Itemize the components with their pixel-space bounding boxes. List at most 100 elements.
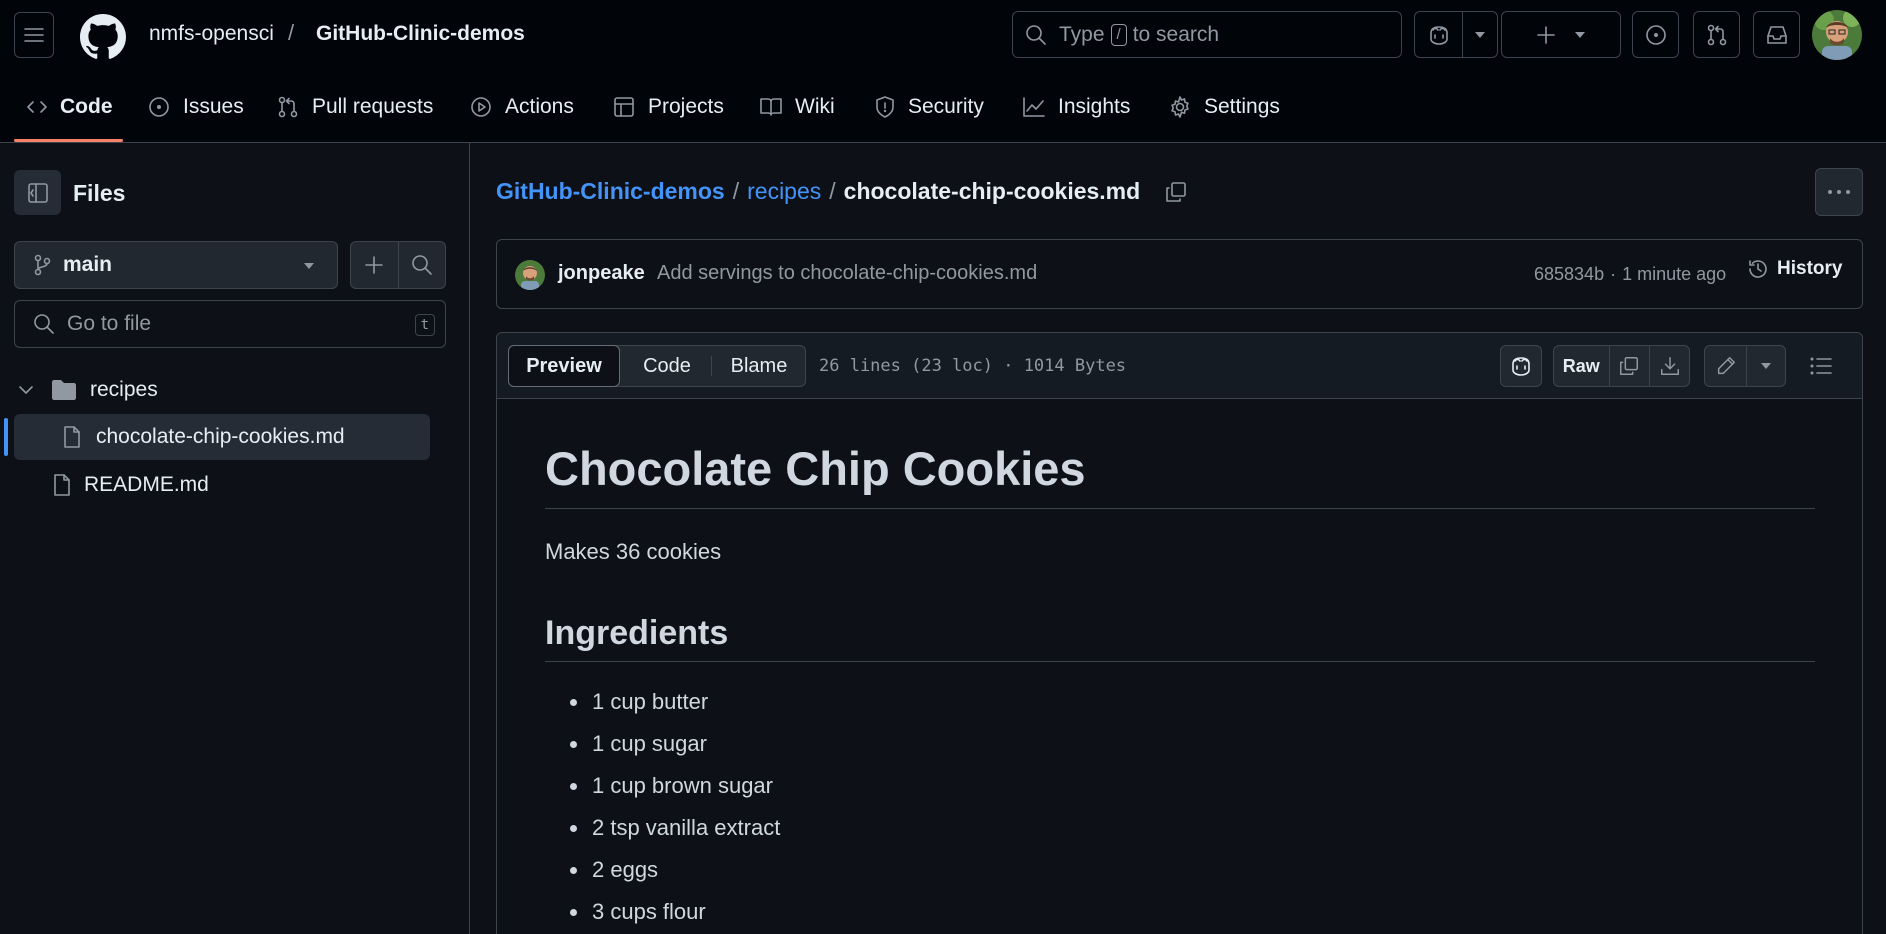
tab-actions[interactable]: Actions — [469, 90, 574, 124]
avatar[interactable] — [1812, 10, 1862, 60]
pencil-icon — [1717, 357, 1735, 375]
edit-file-button[interactable] — [1705, 346, 1746, 386]
table-icon — [614, 97, 634, 117]
raw-button[interactable]: Raw — [1554, 346, 1609, 386]
caret-down-icon — [1475, 31, 1485, 38]
markdown-heading-2: Ingredients — [545, 614, 1815, 662]
tree-item-folder[interactable]: recipes — [14, 367, 430, 413]
branch-selector[interactable]: main — [14, 241, 338, 289]
add-file-button[interactable] — [351, 242, 399, 288]
your-issues-button[interactable] — [1632, 11, 1679, 58]
tab-actions-label: Actions — [505, 95, 574, 118]
github-logo-icon[interactable] — [80, 14, 126, 60]
file-actions-group — [350, 241, 446, 289]
tab-projects[interactable]: Projects — [612, 90, 724, 124]
commit-message[interactable]: Add servings to chocolate-chip-cookies.m… — [657, 262, 1037, 285]
copilot-button[interactable] — [1415, 12, 1463, 57]
search-shortcut-key: / — [1110, 23, 1127, 46]
tab-settings[interactable]: Settings — [1168, 90, 1280, 124]
branch-name: main — [63, 253, 113, 276]
tree-item-label: recipes — [90, 378, 158, 401]
list-item-text: 1 cup sugar — [592, 731, 707, 756]
inbox-icon — [1766, 25, 1787, 44]
search-icon — [1026, 24, 1046, 45]
outline-button[interactable] — [1800, 345, 1842, 387]
copy-icon[interactable] — [1164, 180, 1188, 204]
tab-blame[interactable]: Blame — [712, 346, 806, 386]
file-viewer: Preview Code Blame 26 lines (23 loc) · 1… — [496, 332, 1863, 934]
history-button[interactable]: History — [1747, 258, 1842, 280]
tab-code[interactable]: Code — [26, 90, 113, 124]
plus-icon — [365, 256, 384, 274]
bullet — [570, 824, 577, 832]
tab-preview[interactable]: Preview — [508, 345, 620, 387]
list-item: 3 cups flour — [545, 899, 706, 925]
copilot-icon — [1429, 25, 1448, 45]
tab-pull-requests[interactable]: Pull requests — [276, 90, 433, 124]
user-avatar-image — [1812, 10, 1862, 60]
tab-security[interactable]: Security — [874, 90, 984, 124]
breadcrumb-folder-link[interactable]: recipes — [747, 178, 821, 205]
create-new-button[interactable] — [1501, 11, 1621, 58]
more-options-button[interactable] — [1815, 168, 1863, 216]
list-item: 1 cup brown sugar — [545, 773, 773, 799]
history-icon — [1749, 260, 1767, 278]
copilot-dropdown-button[interactable] — [1463, 12, 1497, 57]
your-pull-requests-button[interactable] — [1693, 11, 1740, 58]
list-item: 2 eggs — [545, 857, 658, 883]
path-separator: / — [288, 20, 295, 45]
commit-sha[interactable]: 685834b — [1534, 264, 1604, 285]
list-item: 1 cup sugar — [545, 731, 707, 757]
owner-link[interactable]: nmfs-opensci — [149, 22, 274, 46]
copy-raw-button[interactable] — [1610, 346, 1650, 386]
graph-icon — [1023, 97, 1045, 117]
selected-file-indicator — [4, 418, 8, 456]
edit-button-group — [1704, 345, 1786, 387]
tab-code-label: Code — [60, 95, 113, 118]
tab-wiki[interactable]: Wiki — [759, 90, 835, 124]
issue-icon — [149, 97, 169, 117]
tab-insights[interactable]: Insights — [1022, 90, 1130, 124]
search-files-button[interactable] — [399, 242, 446, 288]
tab-pull-requests-label: Pull requests — [312, 95, 434, 118]
collapse-sidebar-button[interactable] — [14, 170, 61, 215]
markdown-heading-1: Chocolate Chip Cookies — [545, 441, 1815, 509]
sidebar-title: Files — [73, 180, 126, 206]
tab-issues[interactable]: Issues — [147, 90, 244, 124]
repo-link[interactable]: GitHub-Clinic-demos — [316, 22, 525, 46]
search-placeholder-suffix: to search — [1132, 22, 1220, 46]
breadcrumb-current-file: chocolate-chip-cookies.md — [843, 178, 1141, 204]
global-header: nmfs-opensci / GitHub-Clinic-demos Type … — [0, 0, 1886, 72]
search-input[interactable]: Type / to search — [1012, 11, 1402, 58]
bullet — [570, 908, 577, 916]
tree-item-file-selected[interactable]: chocolate-chip-cookies.md — [14, 414, 430, 460]
commit-meta: 685834b · 1 minute ago — [1534, 264, 1726, 285]
tab-insights-label: Insights — [1058, 95, 1131, 118]
bullet — [570, 782, 577, 790]
list-item-text: 2 tsp vanilla extract — [592, 815, 781, 840]
go-to-file-input[interactable]: Go to file t — [14, 300, 446, 348]
pull-request-icon — [278, 96, 298, 118]
copilot-ask-button[interactable] — [1500, 345, 1542, 387]
list-item-text: 1 cup butter — [592, 689, 709, 714]
commit-author[interactable]: jonpeake — [558, 262, 645, 285]
avatar[interactable] — [515, 260, 545, 290]
commit-time: 1 minute ago — [1622, 264, 1727, 284]
repo-nav: Code Issues Pull requests Actions Projec… — [0, 72, 1886, 143]
code-icon — [27, 101, 47, 113]
tree-item-label: chocolate-chip-cookies.md — [96, 425, 345, 448]
tree-item-file[interactable]: README.md — [14, 462, 430, 508]
bullet — [570, 740, 577, 748]
breadcrumb-separator: / — [732, 178, 740, 204]
branch-icon — [34, 254, 51, 276]
go-to-file-shortcut: t — [414, 314, 435, 336]
menu-button[interactable] — [14, 12, 54, 58]
search-icon — [34, 314, 54, 334]
file-header: Preview Code Blame 26 lines (23 loc) · 1… — [497, 333, 1862, 399]
file-tree-sidebar: Files main Go to file t recipes chocolat… — [0, 143, 470, 934]
edit-dropdown-button[interactable] — [1747, 346, 1785, 386]
inbox-button[interactable] — [1753, 11, 1800, 58]
tab-code-view[interactable]: Code — [624, 346, 710, 386]
breadcrumb-repo-link[interactable]: GitHub-Clinic-demos — [496, 178, 725, 205]
download-button[interactable] — [1650, 346, 1689, 386]
